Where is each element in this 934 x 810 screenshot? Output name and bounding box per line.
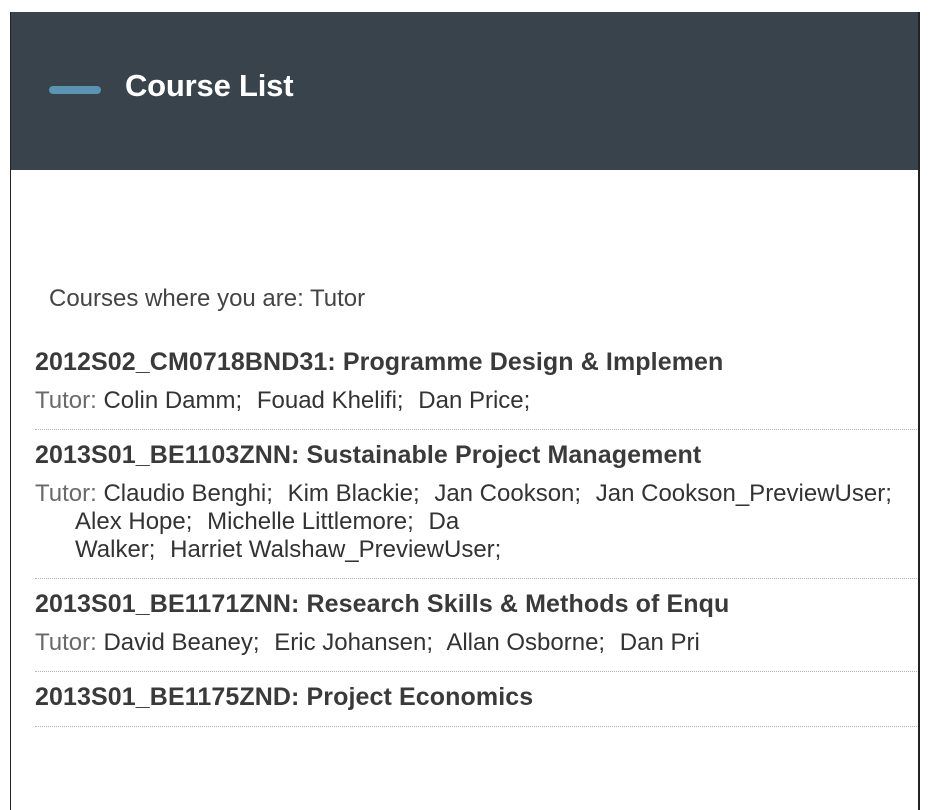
course-link[interactable]: 2013S01_BE1103ZNN: Sustainable Project M… bbox=[35, 440, 918, 470]
instructors: Tutor: David Beaney; Eric Johansen; Alla… bbox=[35, 629, 918, 657]
course-item: 2013S01_BE1171ZNN: Research Skills & Met… bbox=[35, 579, 918, 672]
instructor-name: Claudio Benghi; bbox=[103, 480, 273, 507]
instructor-name: Kim Blackie; bbox=[287, 480, 420, 507]
course-link[interactable]: 2013S01_BE1175ZND: Project Economics bbox=[35, 682, 918, 712]
course-list: 2012S02_CM0718BND31: Programme Design & … bbox=[35, 337, 918, 727]
course-list-module: Course List Courses where you are: Tutor… bbox=[10, 12, 920, 810]
instructor-name: Harriet Walshaw_PreviewUser; bbox=[170, 536, 502, 563]
collapse-toggle-icon[interactable] bbox=[49, 86, 101, 94]
instructor-name: Allan Osborne; bbox=[446, 629, 606, 656]
instructor-name: Da bbox=[428, 508, 460, 535]
instructor-name: Eric Johansen; bbox=[274, 629, 433, 656]
instructor-name: David Beaney; bbox=[103, 629, 260, 656]
instructor-label: Tutor: bbox=[35, 387, 97, 414]
instructor-label: Tutor: bbox=[35, 480, 97, 507]
module-header: Course List bbox=[11, 12, 918, 170]
instructor-name: Dan Pri bbox=[619, 629, 700, 656]
role-heading: Courses where you are: Tutor bbox=[49, 285, 366, 312]
course-item: 2013S01_BE1175ZND: Project Economics bbox=[35, 672, 918, 727]
instructors: Tutor: Claudio Benghi; Kim Blackie; Jan … bbox=[35, 480, 918, 564]
course-link[interactable]: 2012S02_CM0718BND31: Programme Design & … bbox=[35, 347, 918, 377]
instructor-name: Colin Damm; bbox=[103, 387, 243, 414]
course-item: 2013S01_BE1103ZNN: Sustainable Project M… bbox=[35, 430, 918, 579]
instructor-name: Jan Cookson; bbox=[434, 480, 582, 507]
instructor-name: Fouad Khelifi; bbox=[256, 387, 404, 414]
instructor-name: Dan Price; bbox=[418, 387, 531, 414]
module-title: Course List bbox=[125, 68, 294, 103]
instructor-label: Tutor: bbox=[35, 629, 97, 656]
course-item: 2012S02_CM0718BND31: Programme Design & … bbox=[35, 337, 918, 430]
course-link[interactable]: 2013S01_BE1171ZNN: Research Skills & Met… bbox=[35, 589, 918, 619]
instructor-name: Alex Hope; bbox=[75, 508, 193, 535]
instructor-name: Walker; bbox=[75, 536, 156, 563]
instructors: Tutor: Colin Damm; Fouad Khelifi; Dan Pr… bbox=[35, 387, 918, 415]
instructor-name: Michelle Littlemore; bbox=[207, 508, 414, 535]
instructor-name: Jan Cookson_PreviewUser; bbox=[595, 480, 892, 507]
